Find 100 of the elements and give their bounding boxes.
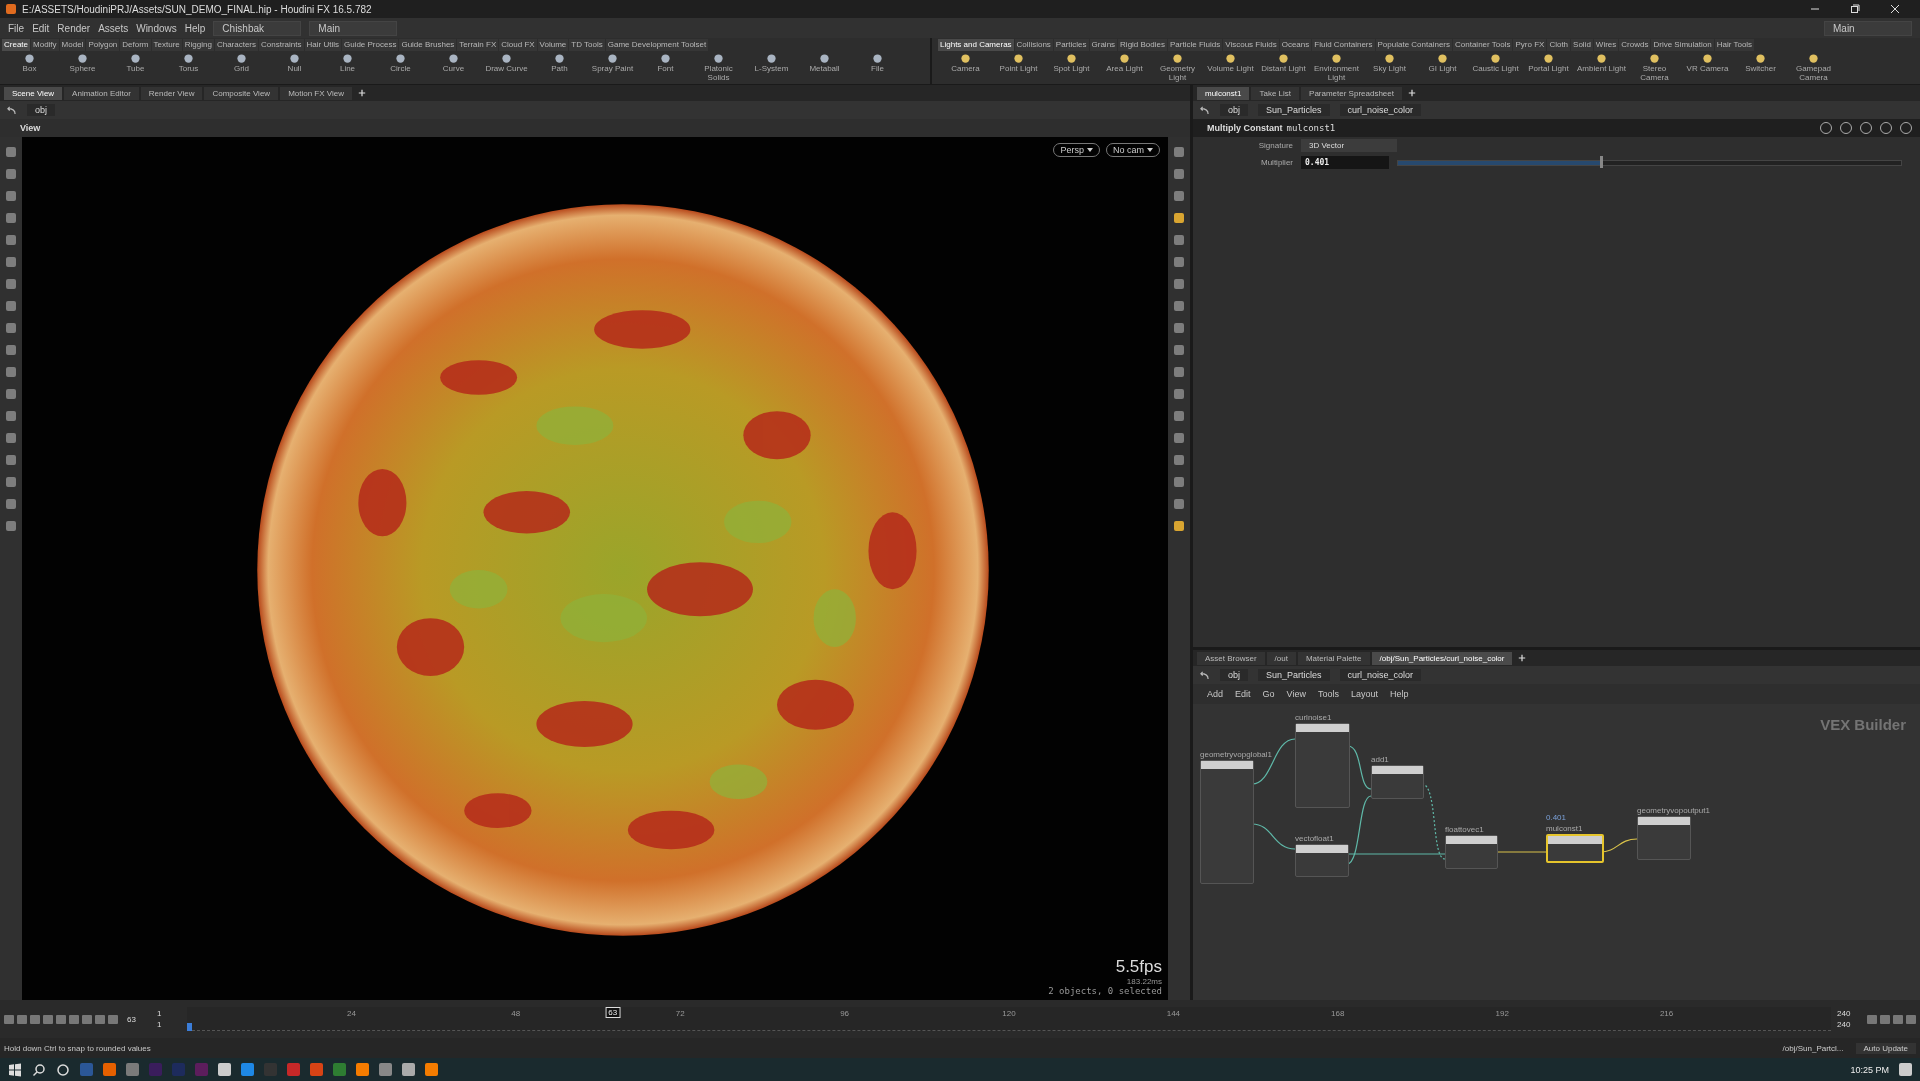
menu-item[interactable]: Edit [1235, 689, 1251, 699]
menu-item[interactable]: Add [1207, 689, 1223, 699]
tool-icon[interactable] [1174, 257, 1184, 267]
network-node[interactable] [1445, 835, 1498, 869]
shelf-tool-button[interactable]: Environment Light [1311, 53, 1362, 82]
shelf-tab[interactable]: Cloud FX [499, 39, 537, 51]
menu-item[interactable]: Assets [98, 22, 129, 34]
shelf-tab[interactable]: Solid [1571, 39, 1593, 51]
shelf-tab[interactable]: Hair Tools [1714, 39, 1755, 51]
network-node[interactable] [1295, 723, 1350, 808]
shelf-tool-button[interactable]: Geometry Light [1152, 53, 1203, 82]
shelf-tool-button[interactable]: Spot Light [1046, 53, 1097, 82]
pane-tab[interactable]: Scene View [4, 86, 63, 100]
shelf-tab[interactable]: Viscous Fluids [1223, 39, 1279, 51]
shelf-tool-button[interactable]: Stereo Camera [1629, 53, 1680, 82]
shelf-tool-button[interactable]: Curve [428, 53, 479, 82]
app-icon[interactable] [80, 1063, 93, 1076]
tool-icon[interactable] [6, 433, 16, 443]
shelf-tool-button[interactable]: Distant Light [1258, 53, 1309, 82]
tool-icon[interactable] [6, 499, 16, 509]
tool-icon[interactable] [1174, 521, 1184, 531]
desktop-dropdown[interactable]: Chishbak [213, 20, 302, 36]
tool-icon[interactable] [1174, 301, 1184, 311]
end-range-field[interactable]: 240 [1837, 1020, 1861, 1029]
shelf-tab[interactable]: Deform [120, 39, 151, 51]
shelf-tab[interactable]: Guide Process [341, 39, 399, 51]
tool-icon[interactable] [6, 147, 16, 157]
shelf-tool-button[interactable]: Sky Light [1364, 53, 1415, 82]
shelf-tab[interactable]: Oceans [1279, 39, 1312, 51]
tool-icon[interactable] [6, 257, 16, 267]
circle-icon[interactable] [56, 1062, 70, 1077]
app-icon[interactable] [195, 1063, 208, 1076]
desktop-dropdown[interactable]: Main [1824, 20, 1912, 36]
pane-tab[interactable]: Animation Editor [64, 86, 139, 100]
menu-item[interactable]: File [8, 22, 25, 34]
tool-icon[interactable] [1174, 411, 1184, 421]
shelf-tool-button[interactable]: Tube [110, 53, 161, 82]
path-crumb[interactable]: obj [1220, 104, 1248, 116]
plus-icon[interactable] [1408, 89, 1416, 97]
shelf-tab[interactable]: Texture [151, 39, 182, 51]
tool-icon[interactable] [1174, 499, 1184, 509]
shelf-tab[interactable]: Crowds [1619, 39, 1651, 51]
tool-icon[interactable] [6, 477, 16, 487]
app-icon[interactable] [425, 1063, 438, 1076]
tool-icon[interactable] [6, 301, 16, 311]
update-mode-dropdown[interactable]: Auto Update [1855, 1042, 1916, 1054]
tool-icon[interactable] [1174, 235, 1184, 245]
shelf-tool-button[interactable]: Point Light [993, 53, 1044, 82]
tool-icon[interactable] [6, 521, 16, 531]
back-arrow-icon[interactable] [1199, 670, 1210, 680]
shelf-tool-button[interactable]: L-System [746, 53, 797, 82]
shelf-tool-button[interactable]: Box [4, 53, 55, 82]
plus-icon[interactable] [1518, 654, 1527, 662]
app-icon[interactable] [402, 1063, 415, 1076]
menu-item[interactable]: Windows [136, 22, 177, 34]
shelf-tab[interactable]: Volume [537, 39, 569, 51]
tool-icon[interactable] [1174, 191, 1184, 201]
back-arrow-icon[interactable] [1199, 105, 1210, 115]
shelf-tool-button[interactable]: Spray Paint [587, 53, 638, 82]
notification-icon[interactable] [1899, 1063, 1912, 1076]
tool-icon[interactable] [1174, 213, 1184, 223]
tool-icon[interactable] [6, 367, 16, 377]
shelf-tool-button[interactable]: Gamepad Camera [1788, 53, 1839, 82]
app-icon[interactable] [287, 1063, 300, 1076]
shelf-tool-button[interactable]: VR Camera [1682, 53, 1733, 82]
shelf-tool-button[interactable]: Portal Light [1523, 53, 1574, 82]
desktop-dropdown[interactable]: Main [309, 20, 398, 36]
shelf-tool-button[interactable]: Ambient Light [1576, 53, 1627, 82]
app-icon[interactable] [356, 1063, 369, 1076]
shelf-tab[interactable]: Modify [31, 39, 59, 51]
shelf-tab[interactable]: Collisions [1014, 39, 1053, 51]
app-icon[interactable] [241, 1063, 254, 1076]
tool-icon[interactable] [1174, 147, 1184, 157]
shelf-tab[interactable]: Hair Utils [304, 39, 341, 51]
shelf-tab[interactable]: Particles [1053, 39, 1089, 51]
tool-icon[interactable] [1174, 169, 1184, 179]
tool-icon[interactable] [1174, 279, 1184, 289]
tool-icon[interactable] [6, 389, 16, 399]
shelf-tab[interactable]: Wires [1593, 39, 1619, 51]
app-icon[interactable] [333, 1063, 346, 1076]
shelf-tab[interactable]: Guide Brushes [399, 39, 457, 51]
shelf-tool-button[interactable]: Line [322, 53, 373, 82]
shelf-tab[interactable]: Constraints [259, 39, 304, 51]
menu-item[interactable]: Go [1262, 689, 1275, 699]
menu-item[interactable]: Render [57, 22, 91, 34]
pane-tab[interactable]: Parameter Spreadsheet [1301, 86, 1402, 100]
path-crumb[interactable]: curl_noise_color [1339, 104, 1422, 116]
shelf-tool-button[interactable]: Grid [216, 53, 267, 82]
slider-thumb[interactable] [1599, 155, 1603, 168]
pane-tab[interactable]: Take List [1251, 86, 1300, 100]
tool-icon[interactable] [6, 323, 16, 333]
signature-dropdown[interactable]: 3D Vector [1301, 139, 1397, 152]
shelf-tool-button[interactable]: Path [534, 53, 585, 82]
app-icon[interactable] [126, 1063, 139, 1076]
shelf-tab[interactable]: Particle Fluids [1168, 39, 1223, 51]
node-name-field[interactable]: mulconst1 [1286, 123, 1336, 133]
tool-icon[interactable] [1174, 389, 1184, 399]
multiplier-field[interactable]: 0.401 [1301, 156, 1389, 169]
shelf-tab[interactable]: Rigging [182, 39, 214, 51]
app-icon[interactable] [218, 1063, 231, 1076]
